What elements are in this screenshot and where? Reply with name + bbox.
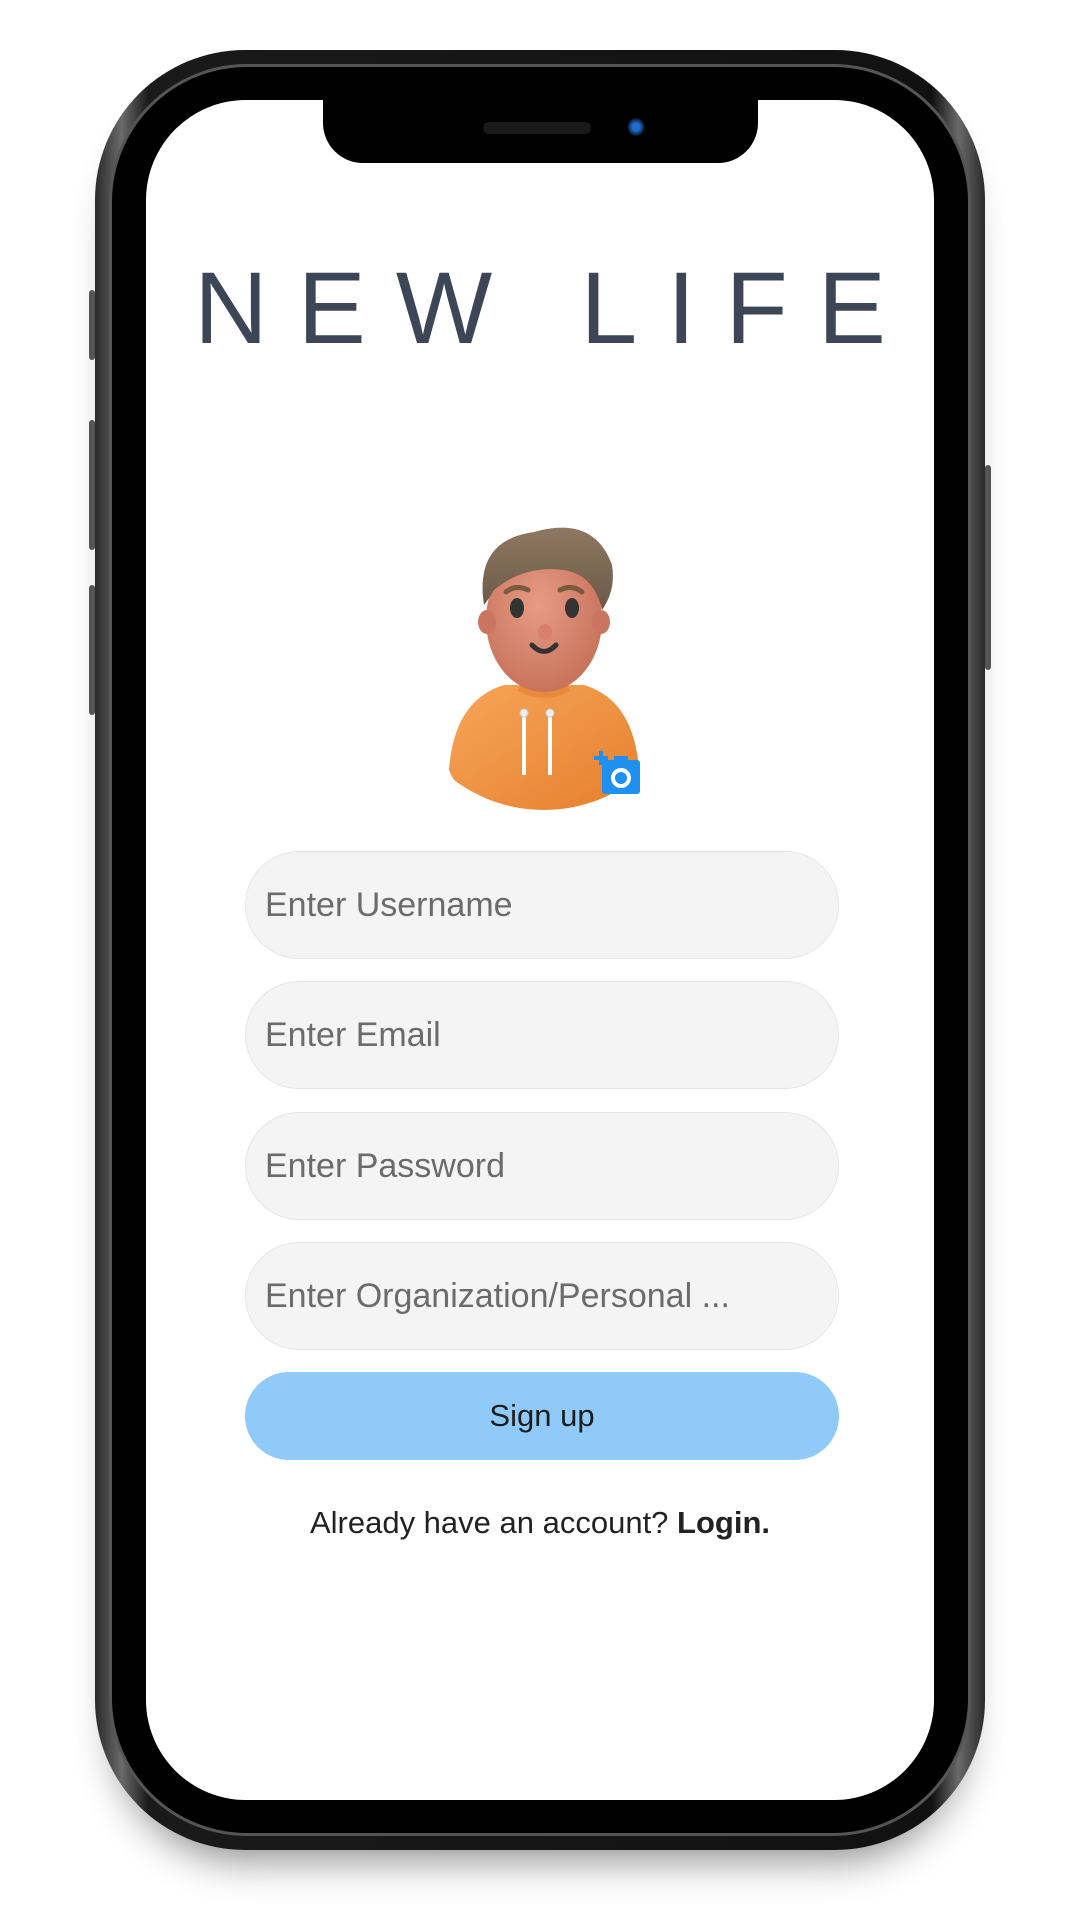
login-prompt: Already have an account? Login. [146,1505,934,1541]
profile-avatar-picker[interactable] [444,510,664,810]
front-camera [628,118,644,136]
silent-switch [89,290,95,360]
username-input[interactable]: Enter Username [245,851,839,959]
login-prompt-text: Already have an account? [309,1505,669,1540]
volume-down-button [89,585,95,715]
login-link[interactable]: Login. [677,1505,770,1540]
volume-up-button [89,420,95,550]
signup-button[interactable]: Sign up [245,1372,839,1460]
notch [323,100,758,163]
signup-button-label: Sign up [489,1398,595,1433]
add-photo-camera-icon[interactable] [594,750,640,796]
app-title: NEW LIFE [194,251,916,365]
organization-input[interactable]: Enter Organization/Personal ... [245,1242,839,1350]
power-button [985,465,991,670]
app-screen: NEW LIFE Enter Username Enter Email Ente… [146,100,934,1800]
speaker-grille [483,122,591,134]
password-input[interactable]: Enter Password [245,1112,839,1220]
email-input[interactable]: Enter Email [245,981,839,1089]
